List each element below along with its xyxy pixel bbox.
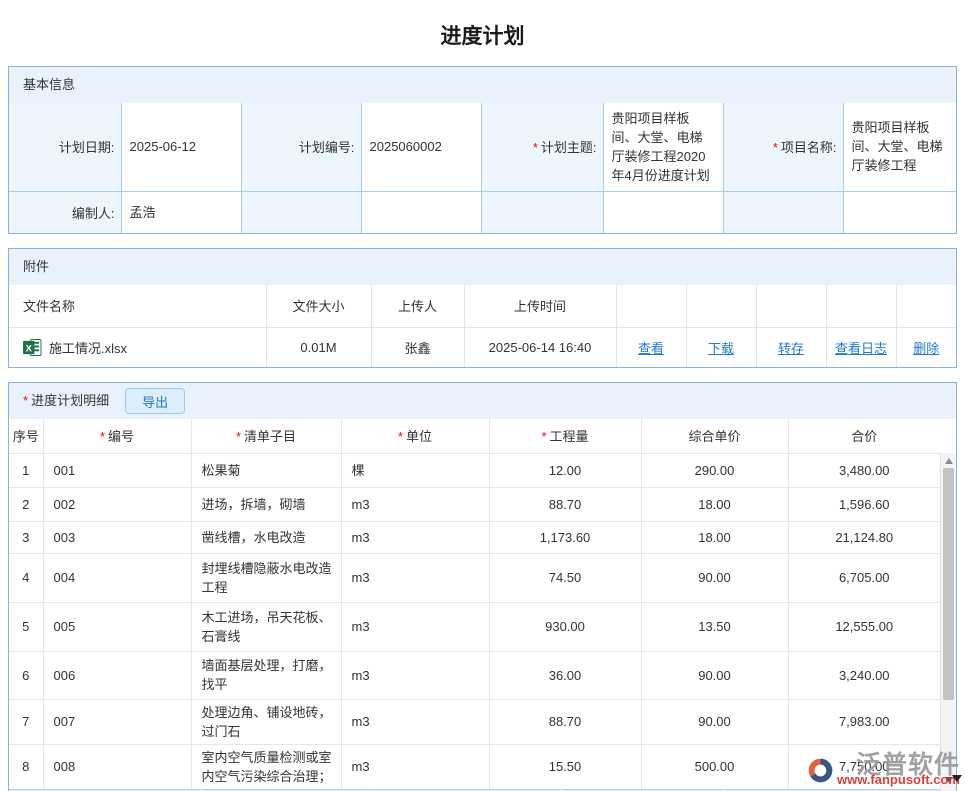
col-header-action: [686, 285, 756, 327]
attachments-section: 附件 文件名称 文件大小 上传人 上传时间: [8, 248, 957, 368]
excel-file-icon: X: [23, 339, 42, 356]
cursor-arrow-icon: [952, 775, 962, 782]
table-row: 5005 木工进场，吊天花板、石膏线m3 930.0013.50 12,555.…: [9, 602, 940, 651]
basic-info-table: 计划日期: 2025-06-12 计划编号: 2025060002 *计划主题:…: [9, 103, 956, 233]
field-value-plan-number: 2025060002: [361, 103, 481, 191]
empty-label-cell: [481, 191, 603, 233]
empty-value-cell: [361, 191, 481, 233]
empty-label-cell: [241, 191, 361, 233]
field-label-plan-date: 计划日期:: [9, 103, 121, 191]
save-as-link[interactable]: 转存: [778, 341, 804, 356]
attachments-section-title: 附件: [9, 249, 956, 285]
col-header-upload-time: 上传时间: [464, 285, 616, 327]
scrollbar-thumb[interactable]: [943, 468, 954, 700]
file-size: 0.01M: [266, 327, 371, 367]
col-header-action: [616, 285, 686, 327]
export-button[interactable]: 导出: [125, 388, 185, 414]
download-link[interactable]: 下载: [708, 341, 734, 356]
col-header-seq: 序号: [9, 419, 43, 453]
col-header-item: *清单子目: [191, 419, 341, 453]
table-row: 4004 封埋线槽隐蔽水电改造工程m3 74.5090.00 6,705.00: [9, 553, 940, 602]
table-row: 1001 松果菊棵 12.00290.00 3,480.00: [9, 453, 940, 487]
file-upload-time: 2025-06-14 16:40: [464, 327, 616, 367]
attachments-table: 文件名称 文件大小 上传人 上传时间: [9, 285, 956, 367]
field-label-project-name: *项目名称:: [723, 103, 843, 191]
table-row: 6006 墙面基层处理，打磨，找平m3 36.0090.00 3,240.00: [9, 651, 940, 699]
col-header-action: [756, 285, 826, 327]
field-label-plan-number: 计划编号:: [241, 103, 361, 191]
field-label-plan-subject: *计划主题:: [481, 103, 603, 191]
empty-label-cell: [723, 191, 843, 233]
table-row: 2002 进场，拆墙，砌墙m3 88.7018.00 1,596.60: [9, 487, 940, 521]
col-header-unit-price: 综合单价: [641, 419, 788, 453]
col-header-code: *编号: [43, 419, 191, 453]
detail-section-title: *进度计划明细: [23, 383, 109, 419]
progress-plan-page: 进度计划 基本信息 计划日期: 2025-06-12 计划编号: 2025060…: [0, 0, 965, 791]
empty-value-cell: [603, 191, 723, 233]
view-link[interactable]: 查看: [638, 341, 664, 356]
view-log-link[interactable]: 查看日志: [835, 341, 887, 356]
table-row: 7007 处理边角、铺设地砖，过门石m3 88.7090.00 7,983.00: [9, 699, 940, 744]
field-label-author: 编制人:: [9, 191, 121, 233]
col-header-action: [896, 285, 956, 327]
field-value-plan-subject: 贵阳项目样板间、大堂、电梯厅装修工程2020年4月份进度计划: [603, 103, 723, 191]
col-header-file-size: 文件大小: [266, 285, 371, 327]
col-header-uploader: 上传人: [371, 285, 464, 327]
table-row: 8008 室内空气质量检测或室内空气污染综合治理；m3 15.50500.00 …: [9, 744, 940, 789]
basic-info-section-title: 基本信息: [9, 67, 956, 103]
col-header-file-name: 文件名称: [9, 285, 266, 327]
empty-value-cell: [843, 191, 956, 233]
col-header-quantity: *工程量: [489, 419, 641, 453]
detail-section: *进度计划明细 导出 序号 *编号 *清单子目 *单位 *工程量 综合单价: [8, 382, 957, 791]
col-header-action: [826, 285, 896, 327]
field-value-plan-date: 2025-06-12: [121, 103, 241, 191]
detail-table-area: 序号 *编号 *清单子目 *单位 *工程量 综合单价 合价 1001 松果菊棵 …: [9, 419, 956, 791]
table-row: 3003 凿线槽，水电改造m3 1,173.6018.00 21,124.80: [9, 521, 940, 553]
delete-link[interactable]: 删除: [913, 341, 939, 356]
col-header-total: 合价: [788, 419, 940, 453]
vertical-scrollbar[interactable]: [940, 453, 956, 791]
detail-section-header: *进度计划明细 导出: [9, 383, 956, 419]
detail-table: 序号 *编号 *清单子目 *单位 *工程量 综合单价 合价 1001 松果菊棵 …: [9, 419, 940, 789]
page-title: 进度计划: [0, 0, 965, 66]
file-name: 施工情况.xlsx: [49, 338, 127, 357]
basic-info-section: 基本信息 计划日期: 2025-06-12 计划编号: 2025060002 *…: [8, 66, 957, 234]
col-header-unit: *单位: [341, 419, 489, 453]
scroll-up-arrow-icon[interactable]: [945, 458, 953, 464]
svg-text:X: X: [26, 343, 33, 354]
file-uploader: 张鑫: [371, 327, 464, 367]
attachment-row: X 施工情况.xlsx 0.01M 张鑫 2025-06-14 16:40 查看…: [9, 327, 956, 367]
field-value-author: 孟浩: [121, 191, 241, 233]
field-value-project-name: 贵阳项目样板间、大堂、电梯厅装修工程: [843, 103, 956, 191]
